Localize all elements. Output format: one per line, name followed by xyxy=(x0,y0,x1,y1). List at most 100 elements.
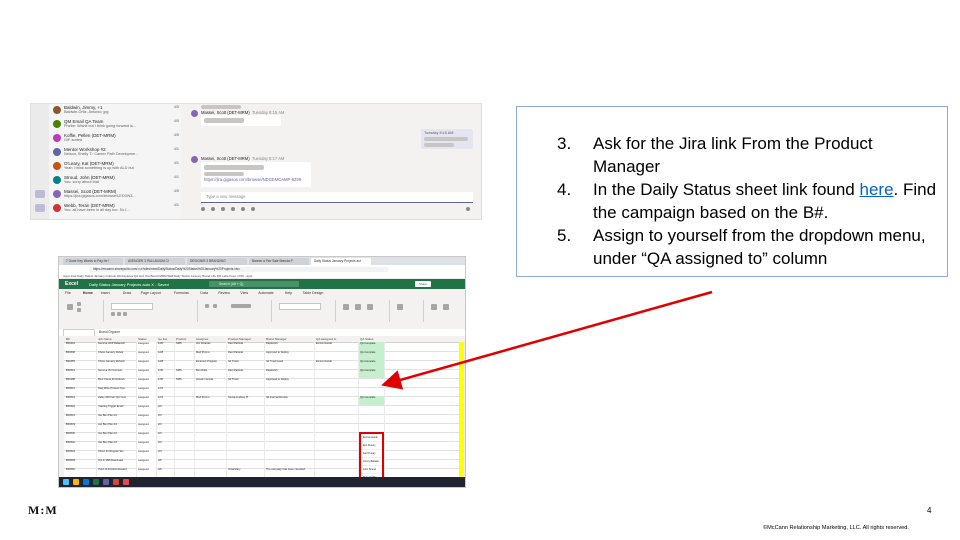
table-cell[interactable] xyxy=(175,459,195,468)
table-cell[interactable]: Jan Ben Plan Fri xyxy=(97,432,137,441)
table-cell[interactable] xyxy=(359,387,385,396)
table-cell[interactable] xyxy=(265,405,315,414)
compose-box[interactable]: Type a new message xyxy=(201,192,473,203)
table-cell[interactable]: Assigned xyxy=(137,360,157,369)
highlight-cell[interactable] xyxy=(459,360,465,369)
table-cell[interactable] xyxy=(265,459,315,468)
dropdown-option[interactable]: John Stroud xyxy=(361,466,382,474)
table-cell[interactable]: QA Complete xyxy=(359,351,385,360)
wrap-text-icon[interactable] xyxy=(231,304,251,308)
table-cell[interactable] xyxy=(315,405,359,414)
ribbon-tab-formulas[interactable]: Formulas xyxy=(174,289,189,297)
table-cell[interactable]: B00550 xyxy=(65,468,97,477)
ribbon-tab-view[interactable]: View xyxy=(240,289,248,297)
chrome-icon[interactable] xyxy=(113,479,119,485)
table-cell[interactable] xyxy=(175,360,195,369)
table-cell[interactable]: Assigned xyxy=(137,342,157,351)
table-cell[interactable]: 2/3 xyxy=(157,423,175,432)
table-cell[interactable]: Assigned xyxy=(137,441,157,450)
table-cell[interactable]: Bent Chore 40 Refresh xyxy=(97,378,137,387)
table-cell[interactable] xyxy=(175,414,195,423)
table-cell[interactable] xyxy=(315,387,359,396)
table-cell[interactable] xyxy=(265,441,315,450)
table-cell[interactable]: Chore Fri Regular Sim xyxy=(97,450,137,459)
table-cell[interactable]: Assigned xyxy=(137,351,157,360)
highlight-cell[interactable] xyxy=(459,342,465,351)
excel-icon[interactable] xyxy=(93,479,99,485)
ribbon-tab-automate[interactable]: Automate xyxy=(258,289,273,297)
table-cell[interactable]: Assigned xyxy=(137,459,157,468)
teams-icon[interactable] xyxy=(103,479,109,485)
table-cell[interactable] xyxy=(227,423,265,432)
table-cell[interactable]: Assigned xyxy=(137,378,157,387)
table-cell[interactable]: Unsanitary xyxy=(227,468,265,477)
table-cell[interactable] xyxy=(227,459,265,468)
format-icon[interactable] xyxy=(201,207,205,211)
italic-icon[interactable] xyxy=(117,312,121,316)
table-cell[interactable]: The campaign has been canceled xyxy=(265,468,315,477)
highlight-cell[interactable] xyxy=(459,351,465,360)
ribbon-tab-help[interactable]: Help xyxy=(285,289,292,297)
send-icon[interactable] xyxy=(466,207,470,211)
table-cell[interactable]: Gil Truett Lead xyxy=(265,360,315,369)
table-cell[interactable] xyxy=(227,414,265,423)
table-cell[interactable]: Yearling Trigger Email xyxy=(97,405,137,414)
table-cell[interactable] xyxy=(265,414,315,423)
table-cell[interactable]: Assigned xyxy=(137,468,157,477)
align-icon[interactable] xyxy=(205,304,209,308)
chat-list-item[interactable]: QM Email QA Team Phebe: Wishit but I thin… xyxy=(53,119,179,130)
sticker-icon[interactable] xyxy=(241,207,245,211)
table-cell[interactable] xyxy=(227,441,265,450)
table-cell[interactable]: Chore January Refresh xyxy=(97,360,137,369)
insert-icon[interactable] xyxy=(397,304,403,310)
table-cell[interactable] xyxy=(175,405,195,414)
table-cell[interactable]: Chore January Refuel xyxy=(97,351,137,360)
highlight-cell[interactable] xyxy=(459,396,465,405)
table-cell[interactable]: QA Complete xyxy=(359,342,385,351)
ribbon-tab-review[interactable]: Review xyxy=(218,289,230,297)
table-cell[interactable] xyxy=(265,450,315,459)
format-table-icon[interactable] xyxy=(355,304,361,310)
copy-icon[interactable] xyxy=(77,308,81,312)
highlight-cell[interactable] xyxy=(459,432,465,441)
gif-icon[interactable] xyxy=(231,207,235,211)
highlight-cell[interactable] xyxy=(459,405,465,414)
table-cell[interactable] xyxy=(265,432,315,441)
table-cell[interactable] xyxy=(175,396,195,405)
dropdown-option[interactable]: Kat O'Leary xyxy=(361,450,382,458)
table-cell[interactable]: Approved to Deploy xyxy=(265,351,315,360)
table-cell[interactable] xyxy=(195,450,227,459)
table-cell[interactable] xyxy=(195,414,227,423)
highlight-cell[interactable] xyxy=(459,387,465,396)
table-cell[interactable] xyxy=(195,423,227,432)
table-cell[interactable] xyxy=(359,414,385,423)
table-cell[interactable]: Jan Ben Plan Fri xyxy=(97,414,137,423)
table-cell[interactable]: 2/5 xyxy=(157,459,175,468)
table-cell[interactable]: Emerson Program xyxy=(195,360,227,369)
highlight-cell[interactable] xyxy=(459,423,465,432)
table-cell[interactable]: SMS xyxy=(175,342,195,351)
table-cell[interactable] xyxy=(315,450,359,459)
table-cell[interactable] xyxy=(175,351,195,360)
table-cell[interactable]: Mod Promo xyxy=(195,351,227,360)
highlight-cell[interactable] xyxy=(459,378,465,387)
table-cell[interactable]: B00521 xyxy=(65,396,97,405)
highlight-cell[interactable] xyxy=(459,414,465,423)
table-cell[interactable] xyxy=(195,441,227,450)
dropdown-option[interactable]: Jimmy Baldwin xyxy=(361,458,382,466)
table-cell[interactable]: Assigned xyxy=(137,405,157,414)
table-cell[interactable]: B00455 xyxy=(65,360,97,369)
sum-icon[interactable] xyxy=(431,304,437,310)
table-cell[interactable]: Assigned xyxy=(137,432,157,441)
table-cell[interactable]: Jen Kutanas xyxy=(195,342,227,351)
search-box[interactable]: Search (Alt + Q) xyxy=(209,281,299,287)
table-cell[interactable] xyxy=(315,414,359,423)
table-cell[interactable]: Stay Wise Product Ops xyxy=(97,387,137,396)
align-icon[interactable] xyxy=(213,304,217,308)
highlight-cell[interactable] xyxy=(459,369,465,378)
chat-list-item[interactable]: Baldwin, Jimmy, +1 Baldwin-Ortiz, Antonio… xyxy=(53,105,179,116)
table-cell[interactable] xyxy=(195,432,227,441)
underline-icon[interactable] xyxy=(123,312,127,316)
start-icon[interactable] xyxy=(63,479,69,485)
browser-tab[interactable]: Banner a Fire Sale Brenda P xyxy=(249,258,309,265)
